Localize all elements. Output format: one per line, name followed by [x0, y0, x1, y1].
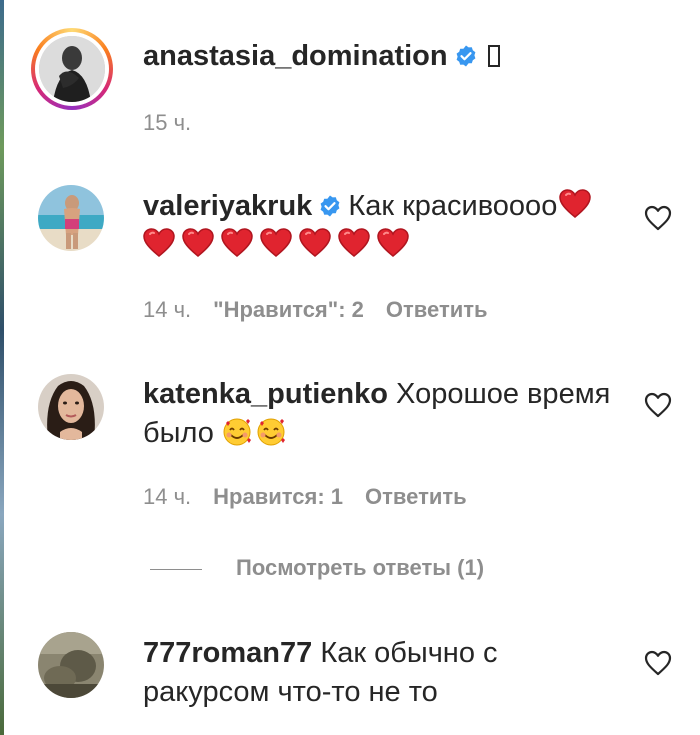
heart-outline-icon[interactable]: [644, 392, 672, 418]
comment-text: 777roman77 Как обычно с ракурсом что-то …: [143, 634, 633, 712]
comment-body: Как красивоооо: [348, 190, 558, 222]
red-heart-emoji: [143, 228, 175, 257]
comment-meta: 14 ч. "Нравится": 2 Ответить: [143, 297, 510, 323]
replies-divider: [150, 568, 202, 570]
comment-text: valeriyakruk Как красивоооо: [143, 187, 633, 265]
comment-text: anastasia_domination: [143, 37, 633, 76]
avatar[interactable]: [38, 185, 104, 251]
comment-meta: 14 ч. Нравится: 1 Ответить: [143, 484, 489, 510]
red-heart-emoji: [559, 189, 592, 218]
comment-body: Хорошое время: [396, 378, 611, 410]
verified-badge-icon: [320, 195, 340, 217]
comment-text: katenka_putienko Хорошое время было: [143, 375, 633, 453]
username[interactable]: 777roman77: [143, 637, 312, 669]
unsupported-glyph-icon: [487, 45, 500, 67]
background-strip: [0, 0, 4, 735]
likes-count[interactable]: Нравится: 1: [213, 484, 343, 509]
verified-badge-icon: [456, 45, 475, 67]
red-heart-emoji: [299, 228, 331, 257]
comment-body: Как обычно с: [320, 637, 498, 669]
smiling-face-with-hearts-emoji: [223, 418, 251, 446]
avatar: [39, 36, 105, 102]
story-ring[interactable]: [31, 28, 113, 110]
reply-button[interactable]: Ответить: [386, 297, 488, 322]
red-heart-emoji: [182, 228, 214, 257]
comment-meta: 15 ч.: [143, 110, 213, 136]
red-heart-emoji: [338, 228, 370, 257]
username[interactable]: anastasia_domination: [143, 40, 448, 72]
red-heart-emoji: [377, 228, 409, 257]
emoji-heart-row: [143, 228, 416, 261]
timestamp: 14 ч.: [143, 484, 192, 509]
reply-button[interactable]: Ответить: [365, 484, 467, 509]
timestamp: 14 ч.: [143, 297, 192, 322]
view-replies-button[interactable]: Посмотреть ответы (1): [150, 555, 484, 581]
timestamp: 15 ч.: [143, 110, 192, 135]
red-heart-emoji: [260, 228, 292, 257]
view-replies-label: Посмотреть ответы (1): [236, 555, 485, 580]
avatar[interactable]: [38, 374, 104, 440]
smiling-face-with-hearts-emoji: [257, 418, 285, 446]
username[interactable]: katenka_putienko: [143, 378, 388, 410]
avatar[interactable]: [38, 632, 104, 698]
comment-body-line2: ракурсом что-то не то: [143, 676, 438, 708]
comment-body-line2: было: [143, 417, 214, 449]
heart-outline-icon[interactable]: [644, 205, 672, 231]
username[interactable]: valeriyakruk: [143, 190, 312, 222]
heart-outline-icon[interactable]: [644, 650, 672, 676]
likes-count[interactable]: "Нравится": 2: [213, 297, 364, 322]
red-heart-emoji: [221, 228, 253, 257]
